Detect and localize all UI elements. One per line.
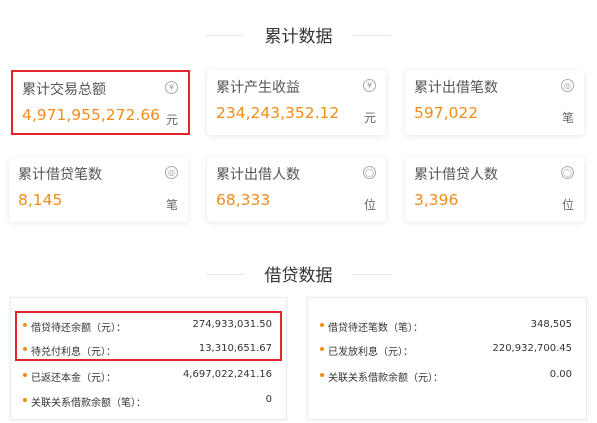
yuan-icon: ¥	[165, 81, 178, 94]
stat-unit: 元	[165, 113, 178, 127]
bullet-icon	[320, 323, 324, 327]
loan-data-right-panel: 借贷待还笔数（笔）： 348,505 已发放利息（元）： 220,932,700…	[307, 297, 587, 420]
bullet-icon	[23, 373, 27, 377]
stat-label: 累计产生收益	[216, 80, 300, 96]
stat-card-total-volume: 累计交易总额 ¥ 4,971,955,272.66 元	[11, 70, 190, 135]
cumulative-section-title: 累计数据	[0, 22, 597, 47]
loan-title-text: 借贷数据	[264, 266, 333, 286]
item-value: 348,505	[530, 319, 572, 330]
stat-label: 累计出借笔数	[414, 80, 498, 96]
count-icon: ◎	[561, 79, 574, 92]
divider	[206, 273, 244, 275]
list-item: 借贷待还笔数（笔）： 348,505	[308, 315, 586, 337]
stat-unit: 笔	[561, 111, 574, 125]
person-icon: ◯	[363, 166, 376, 179]
item-value: 4,697,022,241.16	[182, 369, 272, 380]
list-item: 已返还本金（元）： 4,697,022,241.16	[11, 365, 286, 387]
stat-unit: 位	[363, 198, 376, 212]
item-label: 关联关系借款余额（元）：	[328, 373, 443, 384]
stat-value: 8,145	[18, 191, 63, 209]
count-icon: ◎	[165, 166, 178, 179]
item-value: 0	[265, 394, 272, 405]
stat-value: 597,022	[414, 104, 479, 122]
bullet-icon	[23, 398, 27, 402]
stat-card-total-earnings: 累计产生收益 ¥ 234,243,352.12 元	[207, 70, 386, 135]
stat-value: 234,243,352.12	[216, 104, 340, 122]
item-label: 借贷待还笔数（笔）：	[328, 323, 423, 334]
divider	[353, 34, 391, 36]
stat-label: 累计出借人数	[216, 167, 300, 183]
item-label: 已返还本金（元）：	[31, 373, 116, 384]
stat-value: 4,971,955,272.66	[22, 106, 161, 124]
divider	[353, 273, 391, 275]
stat-value: 68,333	[216, 191, 271, 209]
bullet-icon	[320, 373, 324, 377]
stat-card-borrower-count: 累计借贷人数 ◯ 3,396 位	[405, 157, 584, 222]
loan-section-title: 借贷数据	[0, 261, 597, 286]
item-label: 关联关系借款余额（笔）：	[31, 398, 146, 409]
divider	[206, 34, 244, 36]
list-item: 关联关系借款余额（笔）： 0	[11, 390, 286, 412]
stat-label: 累计交易总额	[22, 82, 106, 98]
list-item: 已发放利息（元）： 220,932,700.45	[308, 339, 586, 361]
stat-card-borrowing-count: 累计借贷笔数 ◎ 8,145 笔	[9, 157, 188, 222]
stat-label: 累计借贷笔数	[18, 167, 102, 183]
item-value: 0.00	[549, 369, 572, 380]
list-item: 关联关系借款余额（元）： 0.00	[308, 365, 586, 387]
item-label: 已发放利息（元）：	[328, 347, 413, 358]
cumulative-title-text: 累计数据	[264, 27, 333, 47]
stat-value: 3,396	[414, 191, 459, 209]
item-value: 220,932,700.45	[492, 343, 572, 354]
stat-card-lender-count: 累计出借人数 ◯ 68,333 位	[207, 157, 386, 222]
loan-data-left-panel: 借贷待还余额（元）： 274,933,031.50 待兑付利息（元）： 13,3…	[10, 297, 287, 420]
highlight-box	[15, 311, 282, 361]
stat-unit: 笔	[165, 198, 178, 212]
stat-card-lending-count: 累计出借笔数 ◎ 597,022 笔	[405, 70, 584, 135]
bullet-icon	[320, 347, 324, 351]
stat-unit: 元	[363, 111, 376, 125]
yuan-icon: ¥	[363, 79, 376, 92]
stat-label: 累计借贷人数	[414, 167, 498, 183]
stat-unit: 位	[561, 198, 574, 212]
person-icon: ◯	[561, 166, 574, 179]
